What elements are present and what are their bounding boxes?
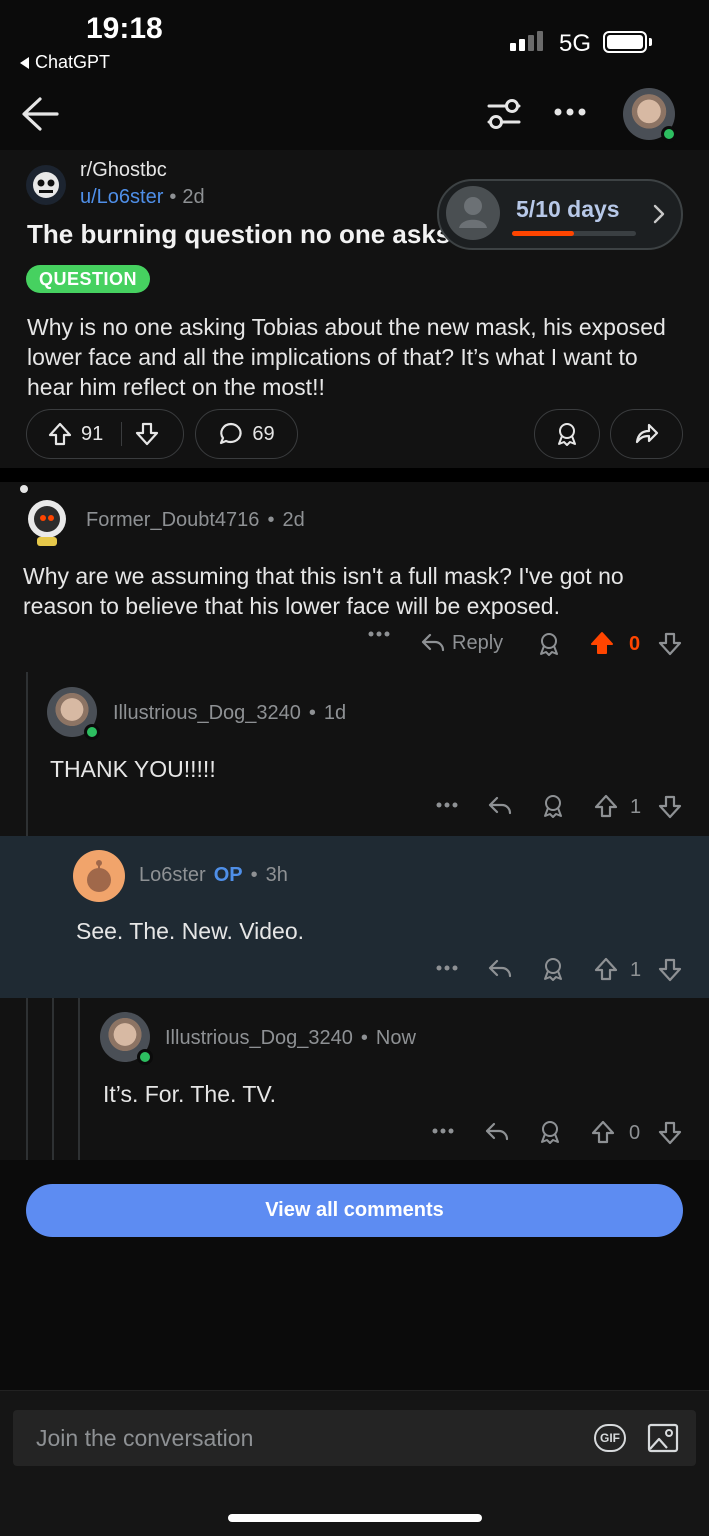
reply-button[interactable]: Reply <box>420 631 503 655</box>
comment-count: 69 <box>252 422 275 445</box>
online-status-dot <box>661 126 677 142</box>
comment-more-icon[interactable] <box>436 964 458 972</box>
online-status-dot <box>84 724 100 740</box>
back-app-label: ChatGPT <box>35 52 111 72</box>
downvote-icon[interactable] <box>657 957 683 983</box>
post-meta: u/Lo6ster • 2d <box>80 186 205 209</box>
comment-meta: Lo6ster OP • 3h <box>139 864 288 887</box>
upvote-icon[interactable] <box>593 793 619 819</box>
comment-age: 1d <box>323 702 347 724</box>
comment-body: THANK YOU!!!!! <box>50 756 216 782</box>
comment-score: 0 <box>629 633 641 655</box>
subreddit-name[interactable]: r/Ghostbc <box>80 159 167 182</box>
upvote-icon[interactable] <box>590 1119 616 1145</box>
comment-more-icon[interactable] <box>432 1127 454 1135</box>
comment-username[interactable]: Lo6ster <box>139 864 206 887</box>
more-options-icon[interactable] <box>553 104 587 120</box>
downvote-icon[interactable] <box>657 631 683 657</box>
comment-more-icon[interactable] <box>368 630 390 638</box>
meta-separator: • <box>169 186 177 208</box>
battery-icon <box>603 31 647 53</box>
comment-bubble-icon <box>218 421 244 447</box>
thread-line-3 <box>78 998 80 1160</box>
op-badge: OP <box>213 864 243 886</box>
battery-tip <box>649 38 652 46</box>
online-status-dot <box>137 1049 153 1065</box>
upvote-icon[interactable] <box>593 956 619 982</box>
comment-score: 0 <box>629 1122 641 1144</box>
comment-age: 3h <box>265 864 288 886</box>
award-icon[interactable] <box>540 793 566 819</box>
network-type: 5G <box>559 30 592 57</box>
thread-line-1b <box>26 998 28 1160</box>
comment-meta: Illustrious_Dog_3240 • 1d <box>113 702 346 725</box>
share-icon <box>634 421 660 447</box>
reply-label: Reply <box>452 631 504 654</box>
view-all-comments-button[interactable]: View all comments <box>26 1184 683 1237</box>
comment-body: It’s. For. The. TV. <box>103 1081 277 1107</box>
subreddit-icon[interactable] <box>26 165 66 205</box>
award-icon[interactable] <box>536 631 562 657</box>
thread-line-1 <box>26 672 28 836</box>
status-time: 19:18 <box>86 12 163 45</box>
comment-username[interactable]: Illustrious_Dog_3240 <box>165 1027 353 1050</box>
post-age: 2d <box>182 186 205 208</box>
commenter-avatar[interactable] <box>73 850 125 902</box>
streak-progress-fill <box>512 231 574 236</box>
meta-separator: • <box>250 864 258 886</box>
comments-button[interactable]: 69 <box>195 409 298 459</box>
reply-icon[interactable] <box>487 794 513 818</box>
thread-line-2 <box>52 998 54 1160</box>
downvote-icon[interactable] <box>134 421 160 447</box>
award-button[interactable] <box>534 409 600 459</box>
upvote-active-icon[interactable] <box>589 630 615 656</box>
post-author[interactable]: u/Lo6ster <box>80 186 163 209</box>
comment-meta: Former_Doubt4716 • 2d <box>86 509 305 532</box>
comment-score: 1 <box>630 959 642 981</box>
signal-icon <box>510 31 543 51</box>
award-icon[interactable] <box>537 1119 563 1145</box>
comment-meta: Illustrious_Dog_3240 • Now <box>165 1027 416 1050</box>
downvote-icon[interactable] <box>657 794 683 820</box>
snoo-thought-dot <box>20 485 28 493</box>
vote-pill: 91 <box>26 409 184 459</box>
comment-input-placeholder: Join the conversation <box>36 1425 254 1451</box>
upvote-icon[interactable] <box>47 421 73 447</box>
reply-icon[interactable] <box>484 1120 510 1144</box>
upvote-count: 91 <box>81 422 104 445</box>
award-icon[interactable] <box>540 956 566 982</box>
back-arrow-icon[interactable] <box>20 95 60 133</box>
meta-separator: • <box>267 509 275 531</box>
streak-badge-icon <box>446 186 500 240</box>
downvote-icon[interactable] <box>657 1120 683 1146</box>
vote-divider <box>121 422 123 446</box>
comment-username[interactable]: Former_Doubt4716 <box>86 509 259 532</box>
streak-label: 5/10 days <box>516 196 620 222</box>
chevron-right-icon <box>653 204 665 224</box>
meta-separator: • <box>308 702 316 724</box>
reply-icon[interactable] <box>487 957 513 981</box>
comment-score: 1 <box>630 796 642 818</box>
home-indicator <box>228 1514 482 1522</box>
post-body: Why is no one asking Tobias about the ne… <box>27 314 666 400</box>
gif-icon[interactable]: GIF <box>594 1424 626 1452</box>
comment-more-icon[interactable] <box>436 801 458 809</box>
post-flair: QUESTION <box>26 265 151 293</box>
back-triangle-icon <box>20 56 29 69</box>
post-title[interactable]: The burning question no one asks <box>27 219 457 255</box>
share-button[interactable] <box>610 409 683 459</box>
commenter-avatar[interactable] <box>22 495 72 547</box>
comment-body: See. The. New. Video. <box>76 918 305 944</box>
comment-age: Now <box>375 1027 416 1049</box>
award-icon <box>554 421 580 447</box>
meta-separator: • <box>360 1027 368 1049</box>
comment-body: Why are we assuming that this isn't a fu… <box>23 563 624 619</box>
comment-username[interactable]: Illustrious_Dog_3240 <box>113 702 301 725</box>
sort-filter-icon[interactable] <box>485 97 523 131</box>
back-to-app-link[interactable]: ChatGPT <box>20 52 110 73</box>
post-comments-divider <box>0 468 709 482</box>
image-upload-icon[interactable] <box>647 1422 679 1454</box>
comment-age: 2d <box>282 509 305 531</box>
